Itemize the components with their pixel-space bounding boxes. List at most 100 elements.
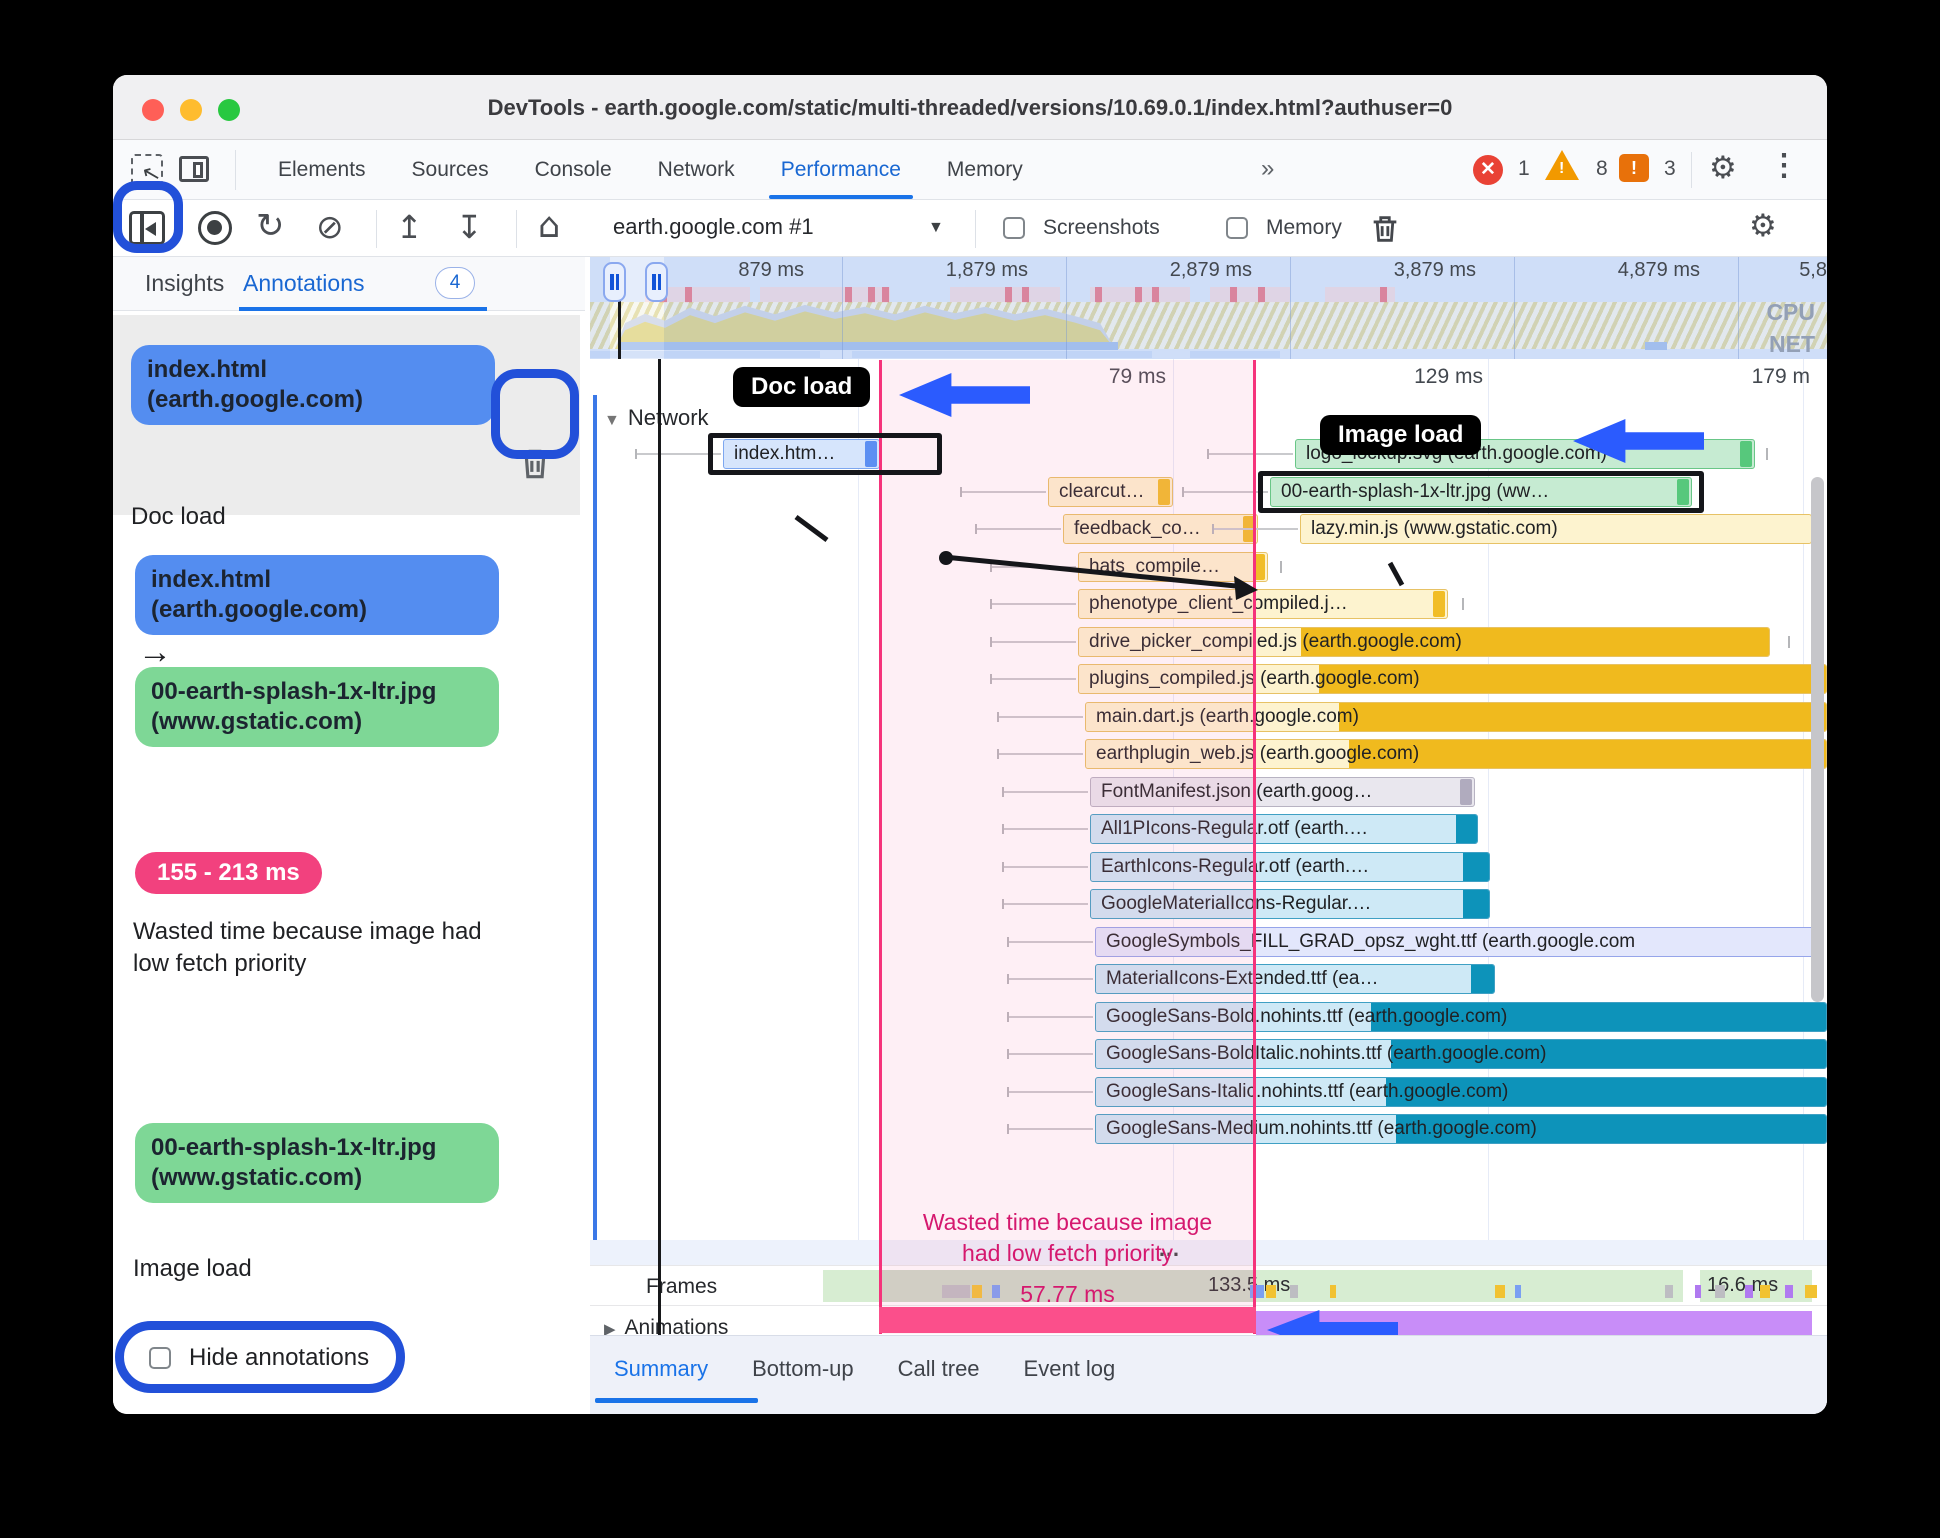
divider <box>376 210 377 248</box>
overview-tick: 5,8 <box>1799 259 1827 281</box>
divider <box>235 150 236 190</box>
annotations-count-badge: 4 <box>435 267 475 299</box>
screenshots-checkbox[interactable] <box>1003 217 1025 239</box>
home-icon[interactable]: ⌂ <box>538 206 560 246</box>
entry-annotation-outline[interactable] <box>708 433 942 475</box>
bottom-tab-bottom-up[interactable]: Bottom-up <box>752 1356 854 1382</box>
memory-label: Memory <box>1266 216 1342 239</box>
range-annotation-left-edge[interactable] <box>879 360 882 1334</box>
details-tab-bar: Summary Bottom-up Call tree Event log <box>590 1335 1827 1414</box>
kebab-menu-icon[interactable]: ⋮ <box>1769 148 1799 183</box>
expand-triangle-icon[interactable]: ▶ <box>604 1321 616 1335</box>
bottom-tab-summary[interactable]: Summary <box>614 1356 708 1382</box>
reload-and-record-icon[interactable]: ↻ <box>256 206 285 246</box>
hide-annotations-label: Hide annotations <box>189 1344 370 1371</box>
annotation-pill-splash-2[interactable]: 00-earth-splash-1x-ltr.jpg (www.gstatic.… <box>135 1123 499 1203</box>
bottom-tab-event-log[interactable]: Event log <box>1024 1356 1116 1382</box>
range-annotation-right-edge[interactable] <box>1253 360 1256 1334</box>
save-profile-icon[interactable]: ↧ <box>456 208 483 246</box>
target-selector[interactable]: earth.google.com #1 <box>613 214 814 240</box>
more-tabs-icon[interactable]: » <box>1261 155 1274 183</box>
active-bottom-tab-underline <box>595 1398 758 1403</box>
range-annotation-bar[interactable] <box>879 1307 1256 1333</box>
tab-insights[interactable]: Insights <box>145 270 224 297</box>
warning-count: 8 <box>1596 157 1608 180</box>
warning-count-icon[interactable]: ! <box>1545 150 1579 180</box>
divider <box>1691 152 1692 188</box>
load-profile-icon[interactable]: ↥ <box>396 208 423 246</box>
range-annotation-fill <box>879 360 1256 1334</box>
annotation-pill-splash[interactable]: 00-earth-splash-1x-ltr.jpg (www.gstatic.… <box>135 667 499 747</box>
collect-garbage-icon[interactable] <box>1368 212 1402 246</box>
tab-network[interactable]: Network <box>658 158 735 182</box>
overview-tick: 2,879 ms <box>1169 259 1252 281</box>
clear-recording-icon[interactable]: ⊘ <box>316 207 344 246</box>
capture-settings-gear-icon[interactable]: ⚙ <box>1749 208 1777 244</box>
net-strip-label: NET <box>1769 331 1815 357</box>
range-annotation-text: Wasted time because image had low fetch p… <box>922 1209 1213 1267</box>
record-button[interactable] <box>198 211 232 245</box>
issues-count: 3 <box>1664 157 1676 180</box>
chevron-down-icon[interactable]: ▼ <box>928 219 944 237</box>
overview-tick: 4,879 ms <box>1617 259 1700 281</box>
tab-memory[interactable]: Memory <box>947 158 1023 182</box>
bottom-tab-call-tree[interactable]: Call tree <box>898 1356 980 1382</box>
annotations-sidebar: Insights Annotations 4 index.html (earth… <box>113 257 585 1414</box>
active-tab-underline <box>239 307 487 311</box>
inspect-element-icon[interactable]: ↖ <box>131 154 163 188</box>
performance-main-panel: 879 ms 1,879 ms 2,879 ms 3,879 ms 4,879 ms 5,… <box>590 257 1827 1414</box>
title-bar: DevTools - earth.google.com/static/multi… <box>113 75 1827 140</box>
network-track-label: Network <box>627 405 709 430</box>
animations-track-label[interactable]: ▶ Animations <box>604 1316 728 1335</box>
tab-console[interactable]: Console <box>535 158 612 182</box>
timeline-overview[interactable]: 879 ms 1,879 ms 2,879 ms 3,879 ms 4,879 ms 5,… <box>590 257 1827 359</box>
device-toolbar-icon[interactable] <box>179 156 209 182</box>
overview-tick: 879 ms <box>738 259 804 281</box>
toggle-sidebar-icon[interactable] <box>129 211 165 245</box>
delete-annotation-button[interactable] <box>516 445 554 483</box>
devtools-tab-bar: ↖ Elements Sources Console Network Performan… <box>113 140 1827 200</box>
devtools-window: DevTools - earth.google.com/static/multi… <box>113 75 1827 1414</box>
cpu-strip-label: CPU <box>1766 299 1815 325</box>
annotation-range-note: Wasted time because image had low fetch … <box>133 918 482 978</box>
network-track-header[interactable]: ▼ Network <box>604 405 709 431</box>
issues-count-icon[interactable]: ! <box>1619 154 1649 182</box>
annotation-pill-index-2[interactable]: index.html (earth.google.com) <box>135 555 499 635</box>
memory-checkbox[interactable] <box>1226 217 1248 239</box>
entry-annotation-outline[interactable] <box>1258 470 1704 513</box>
vertical-scrollbar[interactable] <box>1811 477 1824 1002</box>
annotation-label-image-load: Image load <box>133 1255 252 1282</box>
annotation-entry-doc-load[interactable]: index.html (earth.google.com) Doc load <box>113 315 580 530</box>
overview-left-handle[interactable] <box>603 262 626 302</box>
timeline-cursor-line <box>658 359 661 1335</box>
error-count: 1 <box>1518 157 1530 180</box>
overview-tick: 1,879 ms <box>945 259 1028 281</box>
error-count-icon[interactable]: ✕ <box>1473 155 1503 185</box>
panel-tabs: Elements Sources Console Network Performance… <box>278 140 1023 200</box>
collapse-triangle-icon[interactable]: ▼ <box>604 412 620 429</box>
timeline-detail-view[interactable]: 79 ms129 ms179 m ▼Network index.htm…logo… <box>590 359 1827 1335</box>
hide-annotations-checkbox[interactable] <box>149 1347 171 1369</box>
tab-annotations[interactable]: Annotations <box>243 270 364 297</box>
network-track-selected-border <box>593 395 597 1263</box>
tab-elements[interactable]: Elements <box>278 158 366 182</box>
divider <box>516 210 517 248</box>
range-annotation-duration: 57.77 ms <box>1020 1281 1115 1307</box>
network-request-bar[interactable]: lazy.min.js (www.gstatic.com) <box>1300 514 1812 544</box>
overview-right-handle[interactable] <box>645 262 668 302</box>
doc-load-annotation-label[interactable]: Doc load <box>733 367 871 407</box>
tab-performance[interactable]: Performance <box>768 158 914 199</box>
settings-gear-icon[interactable]: ⚙ <box>1709 150 1737 186</box>
window-title: DevTools - earth.google.com/static/multi… <box>487 95 1453 120</box>
annotation-label-doc-load: Doc load <box>131 503 226 530</box>
annotation-range-pill[interactable]: 155 - 213 ms <box>135 852 322 894</box>
sidebar-tab-bar: Insights Annotations 4 <box>113 257 585 311</box>
detail-ruler-tick: 179 m <box>1751 365 1810 388</box>
overview-tick: 3,879 ms <box>1393 259 1476 281</box>
divider <box>975 210 976 248</box>
performance-toolbar: ↻ ⊘ ↥ ↧ ⌂ earth.google.com #1 ▼ Screensh… <box>113 200 1827 257</box>
detail-ruler-tick: 129 ms <box>1414 365 1483 388</box>
tab-sources[interactable]: Sources <box>412 158 489 182</box>
annotation-pill-index[interactable]: index.html (earth.google.com) <box>131 345 495 425</box>
image-load-annotation-label[interactable]: Image load <box>1320 415 1482 455</box>
